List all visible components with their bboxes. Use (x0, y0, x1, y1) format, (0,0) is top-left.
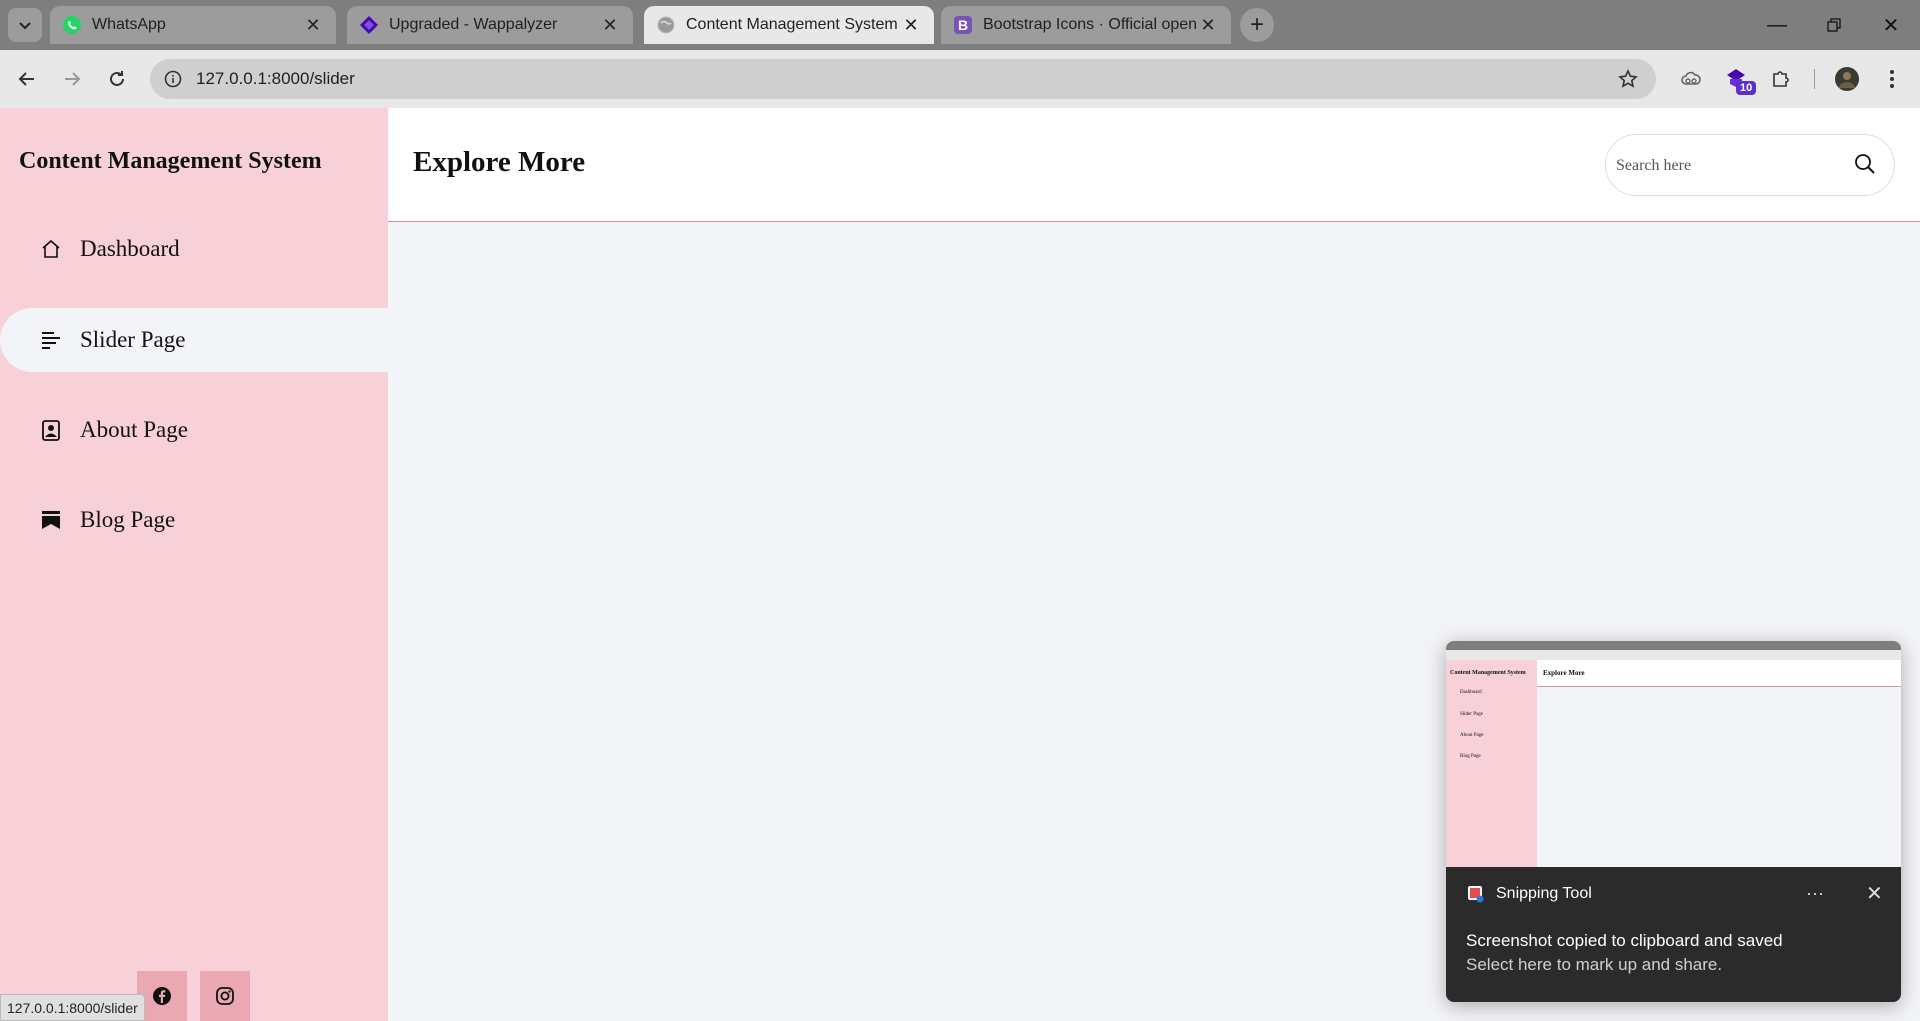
back-button[interactable] (9, 61, 45, 97)
close-icon: ✕ (1882, 14, 1900, 37)
instagram-icon (216, 987, 234, 1005)
person-square-icon (38, 417, 64, 443)
chevron-down-icon (19, 22, 31, 30)
extension-cloud-button[interactable] (1673, 61, 1709, 97)
more-vertical-icon (1890, 70, 1894, 88)
profile-button[interactable] (1829, 61, 1865, 97)
svg-text:B: B (958, 17, 968, 33)
close-icon[interactable]: ✕ (302, 14, 324, 36)
more-horizontal-icon[interactable]: ··· (1806, 883, 1824, 904)
thumb-brand: Content Management System (1450, 670, 1526, 676)
thumb-item: About Page (1460, 733, 1484, 738)
wappalyzer-icon (360, 16, 378, 34)
close-icon[interactable]: ✕ (599, 14, 621, 36)
browser-toolbar: 127.0.0.1:8000/slider 10 (0, 50, 1920, 108)
minimize-icon: — (1767, 13, 1787, 36)
sidebar-item-label: About Page (80, 417, 188, 442)
page-title: Explore More (413, 146, 586, 178)
facebook-icon (153, 987, 171, 1005)
restore-button[interactable] (1805, 0, 1863, 50)
sidebar-item-blog-page[interactable]: Blog Page (0, 488, 388, 552)
close-window-button[interactable]: ✕ (1862, 0, 1920, 50)
sidebar-item-slider-page[interactable]: Slider Page (0, 308, 388, 372)
tab-title: WhatsApp (92, 16, 166, 33)
close-icon[interactable]: ✕ (1866, 881, 1883, 906)
text-left-icon (38, 327, 64, 353)
tab-title: Upgraded - Wappalyzer (389, 16, 558, 33)
extension-badge: 10 (1736, 81, 1757, 95)
arrow-left-icon (18, 72, 34, 86)
whatsapp-icon (63, 16, 81, 34)
sidebar-item-about-page[interactable]: About Page (0, 398, 388, 462)
tab-title: Content Management System (686, 16, 898, 33)
reload-icon (110, 71, 124, 86)
toast-message: Screenshot copied to clipboard and saved (1466, 931, 1783, 950)
extensions-button[interactable] (1763, 61, 1799, 97)
arrow-right-icon (65, 72, 81, 86)
sidebar-item-label: Blog Page (80, 507, 176, 532)
bookmarks-icon (38, 507, 64, 533)
browser-menu-button[interactable] (1874, 61, 1910, 97)
sidebar: Content Management System Dashboard Slid… (0, 108, 388, 1021)
globe-icon (657, 16, 675, 34)
reload-button[interactable] (99, 61, 135, 97)
toast-app-name: Snipping Tool (1496, 885, 1592, 902)
site-info-icon[interactable] (164, 70, 182, 88)
puzzle-icon (1773, 71, 1789, 87)
tab-search-button[interactable] (8, 8, 42, 42)
toolbar-divider (1814, 69, 1815, 89)
wappalyzer-extension-button[interactable]: 10 (1719, 61, 1757, 97)
avatar (1835, 67, 1859, 91)
tab-wappalyzer[interactable]: Upgraded - Wappalyzer ✕ (347, 6, 633, 44)
thumb-title: Explore More (1543, 669, 1585, 677)
toast-header: Snipping Tool (1466, 884, 1592, 904)
snipping-tool-notification[interactable]: Content Management System Dashboard Slid… (1446, 641, 1901, 1002)
forward-button[interactable] (54, 61, 90, 97)
instagram-button[interactable] (200, 971, 250, 1021)
thumb-item: Dashboard (1460, 690, 1482, 695)
thumb-item: Slider Page (1460, 712, 1483, 717)
close-icon[interactable]: ✕ (900, 14, 922, 36)
sidebar-item-label: Dashboard (80, 236, 180, 261)
brand-title: Content Management System (19, 148, 322, 174)
bootstrap-icon: B (954, 16, 972, 34)
toast-subtext: Select here to mark up and share. (1466, 955, 1723, 974)
cloud-icon (1681, 71, 1701, 85)
tab-bootstrap-icons[interactable]: B Bootstrap Icons · Official open s ✕ (941, 6, 1231, 44)
sidebar-item-label: Slider Page (80, 327, 186, 352)
house-icon (38, 236, 64, 262)
browser-tab-strip: WhatsApp ✕ Upgraded - Wappalyzer ✕ Conte… (0, 0, 1920, 50)
star-icon[interactable] (1618, 69, 1638, 89)
status-bar-url: 127.0.0.1:8000/slider (0, 994, 145, 1021)
minimize-button[interactable]: — (1748, 0, 1806, 50)
page-header: Explore More (388, 108, 1920, 222)
tab-whatsapp[interactable]: WhatsApp ✕ (50, 6, 336, 44)
address-bar[interactable]: 127.0.0.1:8000/slider (150, 59, 1656, 99)
tab-content-management-system[interactable]: Content Management System ✕ (644, 6, 934, 44)
url-text: 127.0.0.1:8000/slider (196, 69, 355, 88)
new-tab-button[interactable]: + (1240, 8, 1274, 42)
screenshot-thumbnail[interactable]: Content Management System Dashboard Slid… (1446, 641, 1901, 867)
tab-title: Bootstrap Icons · Official open s (983, 16, 1197, 33)
plus-icon: + (1249, 11, 1264, 38)
close-icon[interactable]: ✕ (1197, 14, 1219, 36)
search-input[interactable] (1616, 151, 1846, 181)
sidebar-item-dashboard[interactable]: Dashboard (0, 217, 388, 281)
search-icon[interactable] (1854, 153, 1876, 175)
snipping-tool-icon (1468, 886, 1484, 903)
search-box (1605, 134, 1895, 196)
restore-icon (1827, 18, 1841, 32)
thumb-item: Blog Page (1460, 754, 1481, 759)
